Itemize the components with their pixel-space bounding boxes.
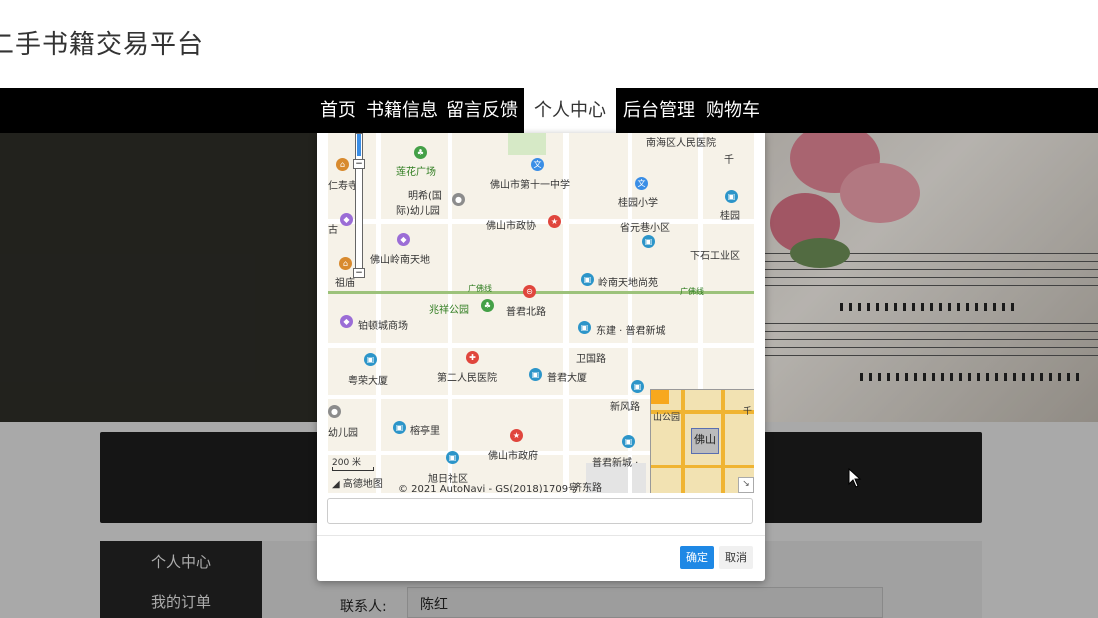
amap-logo-text: 高德地图: [342, 479, 383, 490]
shopping-icon: ◆: [340, 213, 353, 226]
government-icon: ★: [548, 215, 561, 228]
metro-station-icon: ⊝: [523, 285, 536, 298]
poi-label: 岭南天地尚苑: [598, 278, 658, 289]
poi-label: 古: [328, 225, 338, 236]
mouse-pointer-icon: [848, 468, 862, 488]
shopping-icon: ◆: [340, 315, 353, 328]
metro-label: 广佛线: [680, 287, 704, 296]
temple-icon: ⌂: [336, 158, 349, 171]
poi-label: 铂顿城商场: [358, 321, 408, 332]
poi-label: 佛山市政府: [488, 451, 538, 462]
poi-label: 普君北路: [506, 307, 546, 318]
poi-label: 祖庙: [335, 278, 355, 289]
building-icon: ▣: [446, 451, 459, 464]
nav-home[interactable]: 首页: [320, 88, 356, 133]
overview-minimap[interactable]: 山公园 千 佛山 ↘: [650, 389, 754, 493]
collapse-icon[interactable]: ↘: [738, 477, 754, 493]
poi-label: 佛山市第十一中学: [490, 180, 570, 191]
building-icon: ▣: [622, 435, 635, 448]
poi-label: 东建 · 普君新城: [596, 326, 666, 337]
minimap-viewport[interactable]: 佛山: [691, 428, 719, 454]
poi-label: 普君大厦: [547, 373, 587, 384]
poi-label: 佛山市政协: [486, 221, 536, 232]
school-icon: 文: [635, 177, 648, 190]
building-icon: ▣: [631, 380, 644, 393]
poi-label: 际)幼儿园: [396, 206, 440, 217]
hospital-icon: ✚: [466, 351, 479, 364]
kindergarten-icon: ●: [328, 405, 341, 418]
building-icon: ▣: [393, 421, 406, 434]
park-icon: ♣: [481, 299, 494, 312]
map-picker-dialog: 南海区人民医院 ♣ 莲花广场 ⌂ 仁寿寺 文 佛山市第十一中学 明希(国 ● 际…: [317, 133, 765, 581]
nav-cart[interactable]: 购物车: [706, 88, 760, 133]
poi-label: 第二人民医院: [437, 373, 497, 384]
zoom-out-icon[interactable]: −: [353, 268, 365, 278]
shopping-icon: ◆: [397, 233, 410, 246]
confirm-button[interactable]: 确定: [680, 546, 714, 569]
poi-label: 榕亭里: [410, 426, 440, 437]
poi-label: 南海区人民医院: [646, 138, 716, 149]
minimap-label: 山公园: [653, 413, 681, 423]
address-input[interactable]: [327, 498, 753, 524]
poi-label: 千: [724, 155, 734, 166]
building-icon: ▣: [578, 321, 591, 334]
kindergarten-icon: ●: [452, 193, 465, 206]
site-title: 二手书籍交易平台: [0, 30, 205, 60]
poi-label: 幼儿园: [328, 428, 358, 439]
nav-feedback[interactable]: 留言反馈: [446, 88, 518, 133]
poi-label: 卫国路: [576, 354, 606, 365]
poi-label: 下石工业区: [690, 251, 740, 262]
poi-label: 仁寿寺: [328, 181, 358, 192]
nav-admin[interactable]: 后台管理: [623, 88, 695, 133]
poi-label: 新风路: [610, 402, 640, 413]
zoom-slider[interactable]: [355, 133, 363, 278]
building-icon: ▣: [364, 353, 377, 366]
poi-label: 桂园: [720, 211, 740, 222]
amap-logo-icon: ◢ 高德地图: [332, 479, 383, 490]
poi-label: 明希(国: [408, 191, 442, 202]
zoom-in-icon[interactable]: −: [353, 159, 365, 169]
scale-bar: [332, 467, 374, 471]
temple-icon: ⌂: [339, 257, 352, 270]
nav-book-info[interactable]: 书籍信息: [366, 88, 438, 133]
poi-label: 桂园小学: [618, 198, 658, 209]
nav-personal-center[interactable]: 个人中心: [524, 88, 616, 133]
park-icon: ♣: [414, 146, 427, 159]
building-icon: ▣: [529, 368, 542, 381]
poi-label: 普君新城 ·: [592, 458, 639, 469]
map-copyright: © 2021 AutoNavi - GS(2018)1709号: [398, 484, 579, 493]
minimap-label: 千: [743, 407, 753, 417]
map-view[interactable]: 南海区人民医院 ♣ 莲花广场 ⌂ 仁寿寺 文 佛山市第十一中学 明希(国 ● 际…: [328, 133, 754, 493]
school-icon: 文: [531, 158, 544, 171]
dialog-divider: [317, 535, 765, 536]
building-icon: ▣: [725, 190, 738, 203]
poi-label: 兆祥公园: [429, 305, 469, 316]
poi-label: 佛山岭南天地: [370, 255, 430, 266]
poi-label: 粤荣大厦: [348, 376, 388, 387]
government-icon: ★: [510, 429, 523, 442]
poi-label: 莲花广场: [396, 167, 436, 178]
building-icon: ▣: [581, 273, 594, 286]
cancel-button[interactable]: 取消: [719, 546, 753, 569]
building-icon: ▣: [642, 235, 655, 248]
metro-label: 广佛线: [468, 284, 492, 293]
main-navbar: 首页 书籍信息 留言反馈 个人中心 后台管理 购物车: [0, 88, 1098, 133]
poi-label: 省元巷小区: [620, 223, 670, 234]
